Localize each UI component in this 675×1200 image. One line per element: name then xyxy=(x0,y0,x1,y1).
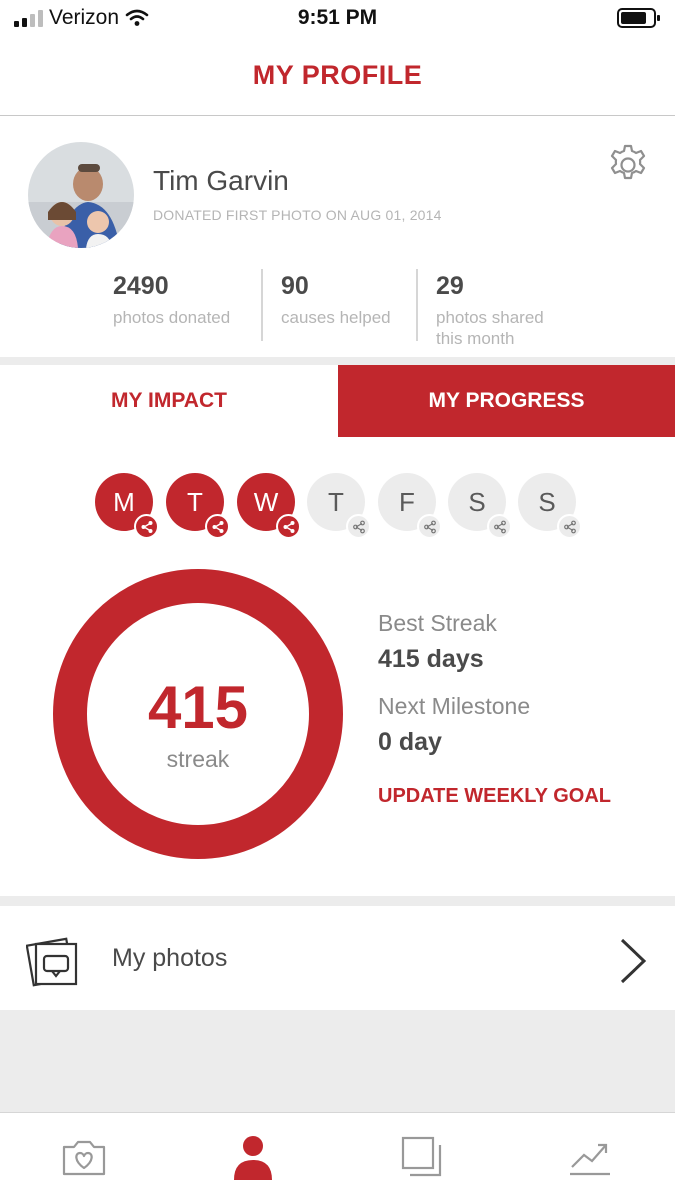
nav-stats[interactable] xyxy=(560,1131,620,1183)
gear-icon xyxy=(610,144,646,180)
day-letter: T xyxy=(328,486,344,517)
tab-bar: MY IMPACT MY PROGRESS xyxy=(0,365,675,437)
settings-button[interactable] xyxy=(606,143,650,187)
status-bar: Verizon 9:51 PM xyxy=(0,0,675,40)
share-icon[interactable] xyxy=(276,514,301,539)
trend-chart-icon xyxy=(570,1143,610,1176)
profile-card: Tim Garvin DONATED FIRST PHOTO ON AUG 01… xyxy=(0,117,675,357)
share-icon[interactable] xyxy=(417,514,442,539)
day-circle[interactable]: S xyxy=(518,473,582,539)
day-letter: T xyxy=(187,486,203,517)
tab-my-progress[interactable]: MY PROGRESS xyxy=(338,365,675,437)
best-streak-value: 415 days xyxy=(378,645,484,673)
status-time: 9:51 PM xyxy=(297,6,378,29)
next-milestone-value-wrap: 0 day xyxy=(378,728,442,757)
day-letter: M xyxy=(113,486,135,517)
empty-area xyxy=(0,1010,675,1112)
stat-divider xyxy=(416,269,418,341)
stat-value: 90 xyxy=(281,272,309,300)
profile-icon xyxy=(234,1136,272,1180)
user-name: Tim Garvin xyxy=(153,165,289,196)
section-separator xyxy=(0,357,675,365)
battery-icon xyxy=(617,7,661,34)
stat-photos-shared: 29 photos shared this month xyxy=(436,272,544,349)
next-milestone-label-wrap: Next Milestone xyxy=(378,693,530,720)
header: MY PROFILE xyxy=(0,40,675,116)
stat-photos-donated: 2490 photos donated xyxy=(113,272,230,328)
section-separator xyxy=(0,896,675,906)
nav-photos[interactable] xyxy=(392,1131,452,1183)
stat-label: photos shared this month xyxy=(436,307,544,349)
next-milestone-title: Next Milestone xyxy=(378,693,531,719)
day-letter: S xyxy=(538,486,556,517)
day-letter: F xyxy=(399,486,415,517)
page-title: MY PROFILE xyxy=(252,60,423,90)
stat-label: photos donated xyxy=(113,308,231,327)
share-icon[interactable] xyxy=(134,514,159,539)
update-weekly-goal-link[interactable]: UPDATE WEEKLY GOAL xyxy=(378,785,611,808)
donated-since-label: DONATED FIRST PHOTO ON AUG 01, 2014 xyxy=(153,207,442,223)
photo-stack-icon xyxy=(26,937,78,987)
stat-label-line: this month xyxy=(436,329,515,348)
day-circle[interactable]: S xyxy=(448,473,512,539)
day-circle[interactable]: W xyxy=(237,473,301,539)
best-streak-title: Best Streak xyxy=(378,610,497,636)
avatar[interactable] xyxy=(28,142,134,248)
nav-donate[interactable] xyxy=(54,1131,114,1183)
stat-value: 2490 xyxy=(113,272,169,300)
share-icon[interactable] xyxy=(346,514,371,539)
streak-value: 415 xyxy=(147,674,249,741)
stat-causes-helped: 90 causes helped xyxy=(281,272,391,328)
my-photos-row[interactable]: My photos xyxy=(0,906,675,1010)
best-streak-value-wrap: 415 days xyxy=(378,645,484,674)
share-icon[interactable] xyxy=(205,514,230,539)
day-circle[interactable]: T xyxy=(166,473,230,539)
streak-label: streak xyxy=(166,746,230,772)
day-circle[interactable]: T xyxy=(307,473,371,539)
stat-label: causes helped xyxy=(281,308,391,327)
camera-heart-icon xyxy=(62,1140,106,1176)
photos-stack-icon xyxy=(401,1136,442,1177)
my-photos-label: My photos xyxy=(112,944,228,972)
share-icon[interactable] xyxy=(487,514,512,539)
nav-profile[interactable] xyxy=(223,1131,283,1183)
next-milestone-value: 0 day xyxy=(378,728,442,756)
stat-value: 29 xyxy=(436,272,464,300)
bottom-nav xyxy=(0,1112,675,1200)
stat-divider xyxy=(261,269,263,341)
chevron-right-icon xyxy=(620,938,647,984)
stat-label-line: photos shared xyxy=(436,308,544,327)
day-letter: S xyxy=(468,486,486,517)
share-icon[interactable] xyxy=(557,514,582,539)
day-circle[interactable]: F xyxy=(378,473,442,539)
day-letter: W xyxy=(253,486,279,517)
best-streak-label: Best Streak xyxy=(378,610,497,637)
day-circle[interactable]: M xyxy=(95,473,159,539)
tab-my-impact[interactable]: MY IMPACT xyxy=(0,365,338,437)
